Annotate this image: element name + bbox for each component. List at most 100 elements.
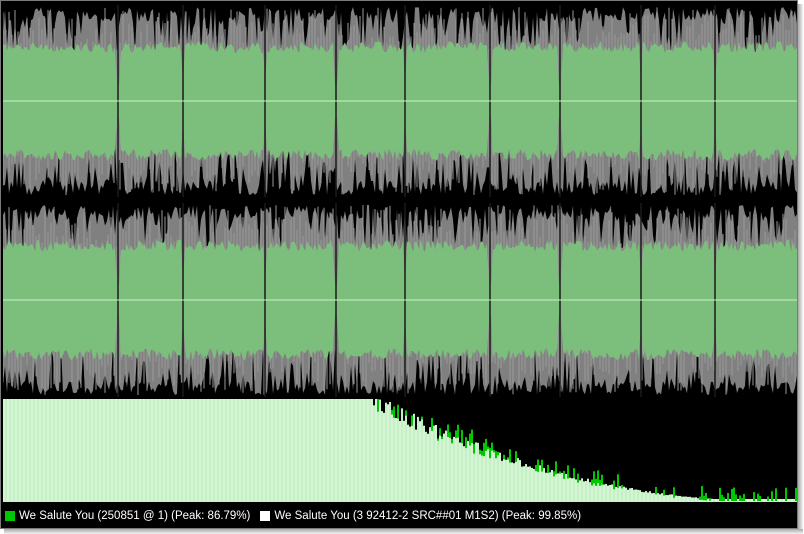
spectrum-green-peak [439,428,441,436]
spectrum-bar [307,399,309,502]
spectrum-bar [559,471,561,502]
spectrum-bar [59,399,61,502]
spectrum-bar [293,399,295,502]
spectrum-bar [193,399,195,502]
spectrum-bar [791,499,793,502]
spectrum-bar [347,399,349,502]
spectrum-bar [131,399,133,502]
spectrum-bar [605,483,607,502]
spectrum-bar [641,491,643,502]
spectrum-bar [149,399,151,502]
spectrum-green-peak [461,430,463,444]
spectrum-green-peak [567,465,569,479]
spectrum-bar [249,399,251,502]
spectrum-bar [303,399,305,502]
spectrum-green-peak [447,424,449,437]
spectrum-bar [693,497,695,502]
spectrum-bar [265,399,267,502]
spectrum-bar [319,399,321,502]
spectrum-green-peak [757,493,759,501]
spectrum-bar [351,399,353,502]
spectrum-green-peak [663,489,665,496]
spectrum-bar [323,399,325,502]
spectrum-bar [755,499,757,502]
spectrum-bar [521,466,523,502]
spectrum-bar [403,420,405,502]
frame-shadow-right [798,4,803,533]
spectrum-bar [309,399,311,502]
spectrum-bar [283,399,285,502]
spectrum-green-peak [699,496,701,500]
spectrum-bar [55,399,57,502]
spectrum-bar [211,399,213,502]
spectrum-bar [593,481,595,502]
spectrum-bar [621,486,623,502]
spectrum-bar [161,399,163,502]
spectrum-bar [779,499,781,502]
spectrum-bar [495,456,497,502]
spectrum-bar [533,469,535,502]
spectrum-bar [515,459,517,502]
spectrum-bar [353,399,355,502]
spectrum-bar [181,399,183,502]
spectrum-green-peak [753,492,755,501]
waveform-channel-right [3,201,797,399]
spectrum-green-peak [673,487,675,498]
spectrum-bar [13,399,15,502]
spectrum-green-peak [473,444,475,454]
spectrum-bar [289,399,291,502]
spectrum-bar [77,399,79,502]
spectrum-bar [595,483,597,502]
spectrum-green-peak [515,451,517,462]
spectrum-bar [195,399,197,502]
spectrum-bar [489,456,491,502]
spectrum-bar [197,399,199,502]
spectrum-green-peak [591,479,593,486]
spectrum-bar [151,399,153,502]
spectrum-bar [677,495,679,502]
spectrum-bar [363,399,365,502]
spectrum-bar [397,416,399,502]
spectrum-bar [729,499,731,502]
spectrum-green-peak [599,479,601,486]
spectrum-bar [507,457,509,502]
spectrum-bar [737,499,739,502]
spectrum-bar [553,474,555,502]
spectrum-bar [93,399,95,502]
spectrum-bar [535,469,537,502]
spectrum-bar [17,399,19,502]
spectrum-green-peak [733,487,735,501]
spectrum-bar [341,399,343,502]
spectrum-bar [209,399,211,502]
spectrum-bar [45,399,47,502]
spectrum-bar [531,467,533,502]
spectrum-bar [431,428,433,502]
spectrum-bar [361,399,363,502]
spectrum-bar [493,450,495,502]
spectrum-bar [615,486,617,502]
spectrum-bar [263,399,265,502]
spectrum-bar [15,399,17,502]
spectrum-bar [777,499,779,502]
spectrum-bar [557,473,559,502]
spectrum-bar [707,498,709,502]
spectrum-green-peak [705,493,707,501]
spectrum-bar [129,399,131,502]
spectrum-bar [97,399,99,502]
spectrum-green-peak [397,404,399,419]
spectrum-bar [591,483,593,502]
spectrum-bar [455,436,457,502]
spectrum-bar [53,399,55,502]
spectrum-green-peak [503,454,505,460]
spectrum-bar [257,399,259,502]
spectrum-bar [81,399,83,502]
spectrum-bar [359,399,361,502]
spectrum-bar [295,399,297,502]
spectrum-bar [377,409,379,502]
spectrum-bar [313,399,315,502]
spectrum-bar [665,495,667,502]
spectrum-bar [103,399,105,502]
spectrum-green-peak [721,494,723,501]
spectrum-bar [629,488,631,502]
spectrum-bar [789,499,791,502]
